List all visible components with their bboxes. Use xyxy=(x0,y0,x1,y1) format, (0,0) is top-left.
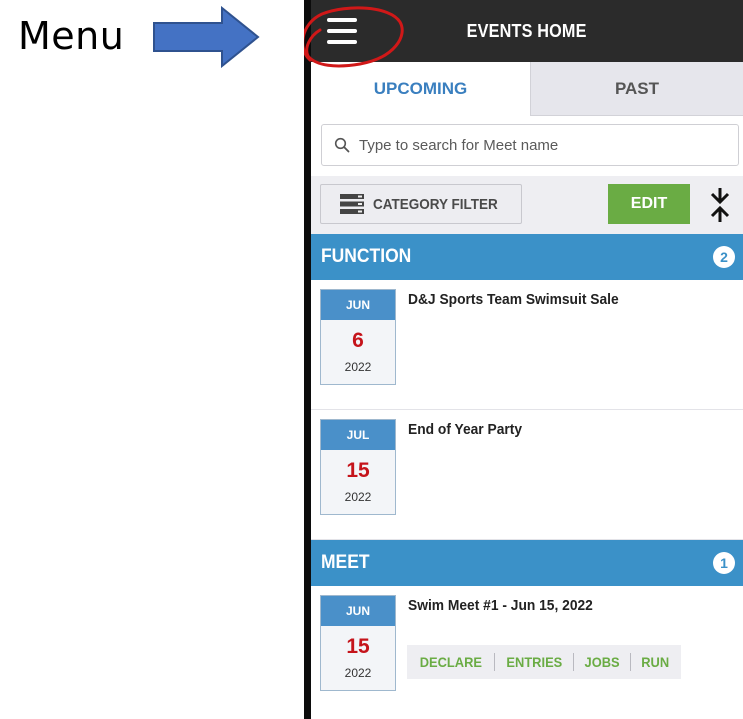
section-count-badge: 2 xyxy=(713,246,735,268)
run-button[interactable]: RUN xyxy=(642,654,670,670)
hamburger-menu-icon[interactable] xyxy=(327,18,357,44)
event-year: 2022 xyxy=(344,490,372,504)
event-title[interactable]: D&J Sports Team Swimsuit Sale xyxy=(408,291,619,308)
action-divider xyxy=(630,653,632,671)
app-header: EVENTS HOME xyxy=(311,0,743,62)
event-year: 2022 xyxy=(344,360,372,374)
annotation-arrow-icon xyxy=(153,6,260,68)
section-title: FUNCTION xyxy=(321,246,412,267)
section-header-meet[interactable]: MEET 1 xyxy=(311,540,743,586)
event-day: 6 xyxy=(352,329,364,352)
declare-button[interactable]: DECLARE xyxy=(420,654,482,670)
action-divider xyxy=(573,653,575,671)
event-month: JUL xyxy=(321,420,395,450)
screenshot-stage: Menu EVENTS HOME UPCOMING PAST Type to s… xyxy=(0,0,743,719)
search-area xyxy=(311,116,743,176)
search-input[interactable] xyxy=(359,136,689,154)
section-count-badge: 1 xyxy=(713,552,735,574)
tab-upcoming[interactable]: UPCOMING xyxy=(311,62,530,116)
event-row[interactable]: JUL 15 2022 End of Year Party xyxy=(311,410,743,540)
filter-toolbar: CATEGORY FILTER EDIT xyxy=(311,176,743,234)
event-row[interactable]: JUN 15 2022 Swim Meet #1 - Jun 15, 2022 … xyxy=(311,586,743,719)
tab-past[interactable]: PAST xyxy=(530,62,743,116)
meet-action-bar: DECLARE ENTRIES JOBS RUN xyxy=(407,645,681,679)
category-filter-label: CATEGORY FILTER xyxy=(373,195,498,213)
action-divider xyxy=(493,653,495,671)
event-date-card: JUN 15 2022 xyxy=(320,595,396,691)
phone-screen: EVENTS HOME UPCOMING PAST Type to search… xyxy=(304,0,743,719)
section-header-function[interactable]: FUNCTION 2 xyxy=(311,234,743,280)
section-title: MEET xyxy=(321,552,370,573)
event-title[interactable]: Swim Meet #1 - Jun 15, 2022 xyxy=(408,597,593,614)
event-row[interactable]: JUN 6 2022 D&J Sports Team Swimsuit Sale xyxy=(311,280,743,410)
event-day: 15 xyxy=(346,459,370,482)
event-date-card: JUN 6 2022 xyxy=(320,289,396,385)
category-filter-icon xyxy=(340,194,364,214)
event-date-card: JUL 15 2022 xyxy=(320,419,396,515)
event-month: JUN xyxy=(321,596,395,626)
menu-annotation-label: Menu xyxy=(18,14,125,58)
event-month: JUN xyxy=(321,290,395,320)
category-filter-button[interactable]: CATEGORY FILTER xyxy=(320,184,522,224)
collapse-arrows-icon[interactable] xyxy=(708,187,732,223)
event-year: 2022 xyxy=(344,666,372,680)
event-day: 15 xyxy=(346,635,370,658)
entries-button[interactable]: ENTRIES xyxy=(506,654,562,670)
jobs-button[interactable]: JOBS xyxy=(585,654,620,670)
events-tabs: UPCOMING PAST xyxy=(311,62,743,116)
phone-bezel xyxy=(304,0,311,719)
search-box[interactable] xyxy=(321,124,739,166)
event-title[interactable]: End of Year Party xyxy=(408,421,522,438)
search-icon xyxy=(334,137,350,153)
edit-button[interactable]: EDIT xyxy=(608,184,690,224)
page-title: EVENTS HOME xyxy=(467,20,587,41)
